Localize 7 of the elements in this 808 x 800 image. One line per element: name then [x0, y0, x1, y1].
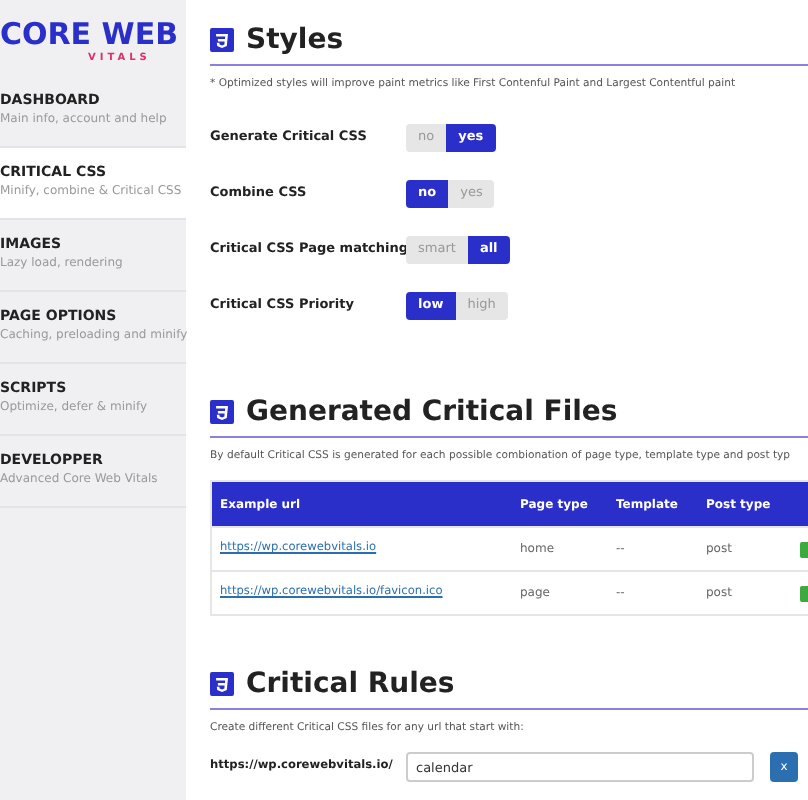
css-icon: [210, 28, 234, 52]
logo-title: CORE WEB: [0, 16, 179, 52]
section-title: Styles: [246, 21, 344, 59]
section-title: Generated Critical Files: [246, 393, 618, 431]
css-icon: [210, 672, 234, 696]
section-title: Critical Rules: [246, 665, 455, 703]
css-icon: [210, 400, 234, 424]
